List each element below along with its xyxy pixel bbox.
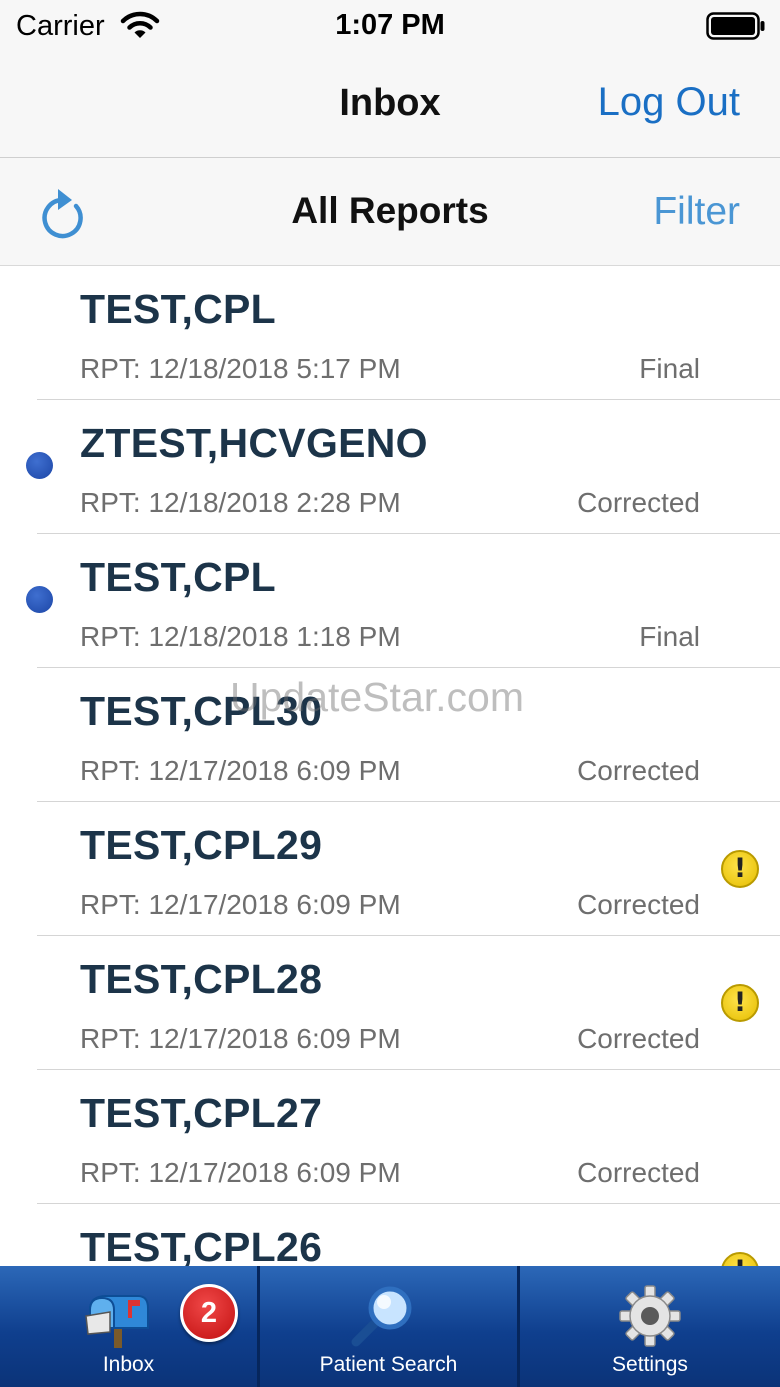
report-status: Corrected [577,1023,700,1054]
report-status: Corrected [577,889,700,920]
unread-dot-icon [26,452,53,479]
report-row[interactable]: TEST,CPL27 RPT: 12/17/2018 6:09 PM Corre… [0,1070,780,1204]
report-status: Final [639,621,700,652]
warning-icon: ! [721,850,759,888]
report-date: RPT: 12/17/2018 6:09 PM [80,889,401,920]
mailbox-icon [85,1295,149,1348]
unread-count-badge: 2 [180,1284,238,1342]
tab-bar: Inbox 2 Patient Search Settings [0,1266,780,1387]
warning-icon: ! [721,1252,759,1266]
report-status: Final [639,353,700,384]
reports-toolbar: All Reports Filter [0,158,780,266]
patient-name: TEST,CPL27 [80,1090,323,1136]
report-row[interactable]: TEST,CPL29 RPT: 12/17/2018 6:09 PM Corre… [0,802,780,936]
patient-name: TEST,CPL28 [80,956,323,1002]
magnifier-icon [351,1286,412,1347]
battery-icon [706,12,765,40]
patient-name: TEST,CPL [80,554,277,600]
status-bar: Carrier 1:07 PM [0,0,780,52]
gear-icon [619,1285,681,1347]
patient-name: TEST,CPL26 [80,1224,323,1266]
report-row[interactable]: TEST,CPL30 RPT: 12/17/2018 6:09 PM Corre… [0,668,780,802]
report-row[interactable]: TEST,CPL RPT: 12/18/2018 1:18 PM Final [0,534,780,668]
report-date: RPT: 12/17/2018 6:09 PM [80,755,401,786]
warning-icon: ! [721,984,759,1022]
patient-name: ZTEST,HCVGENO [80,420,428,466]
logout-button[interactable]: Log Out [598,80,740,125]
filter-button[interactable]: Filter [653,190,740,234]
tab-patient-search-label: Patient Search [319,1353,458,1376]
report-row[interactable]: TEST,CPL26 ! [0,1204,780,1266]
tab-settings-label: Settings [612,1353,688,1376]
tab-settings[interactable]: Settings [520,1266,780,1387]
patient-name: TEST,CPL29 [80,822,323,868]
report-status: Corrected [577,487,700,518]
patient-name: TEST,CPL [80,286,277,332]
report-row[interactable]: ZTEST,HCVGENO RPT: 12/18/2018 2:28 PM Co… [0,400,780,534]
report-date: RPT: 12/17/2018 6:09 PM [80,1023,401,1054]
tab-inbox[interactable]: Inbox 2 [0,1266,257,1387]
patient-name: TEST,CPL30 [80,688,323,734]
report-list: TEST,CPL RPT: 12/18/2018 5:17 PM Final Z… [0,266,780,1266]
report-status: Corrected [577,755,700,786]
tab-patient-search[interactable]: Patient Search [260,1266,517,1387]
report-date: RPT: 12/18/2018 5:17 PM [80,353,401,384]
report-date: RPT: 12/17/2018 6:09 PM [80,1157,401,1188]
report-row[interactable]: TEST,CPL RPT: 12/18/2018 5:17 PM Final [0,266,780,400]
navigation-bar: Inbox Log Out [0,52,780,158]
report-date: RPT: 12/18/2018 2:28 PM [80,487,401,518]
clock: 1:07 PM [335,9,445,41]
report-date: RPT: 12/18/2018 1:18 PM [80,621,401,652]
report-status: Corrected [577,1157,700,1188]
unread-dot-icon [26,586,53,613]
tab-inbox-label: Inbox [102,1353,155,1376]
report-row[interactable]: TEST,CPL28 RPT: 12/17/2018 6:09 PM Corre… [0,936,780,1070]
